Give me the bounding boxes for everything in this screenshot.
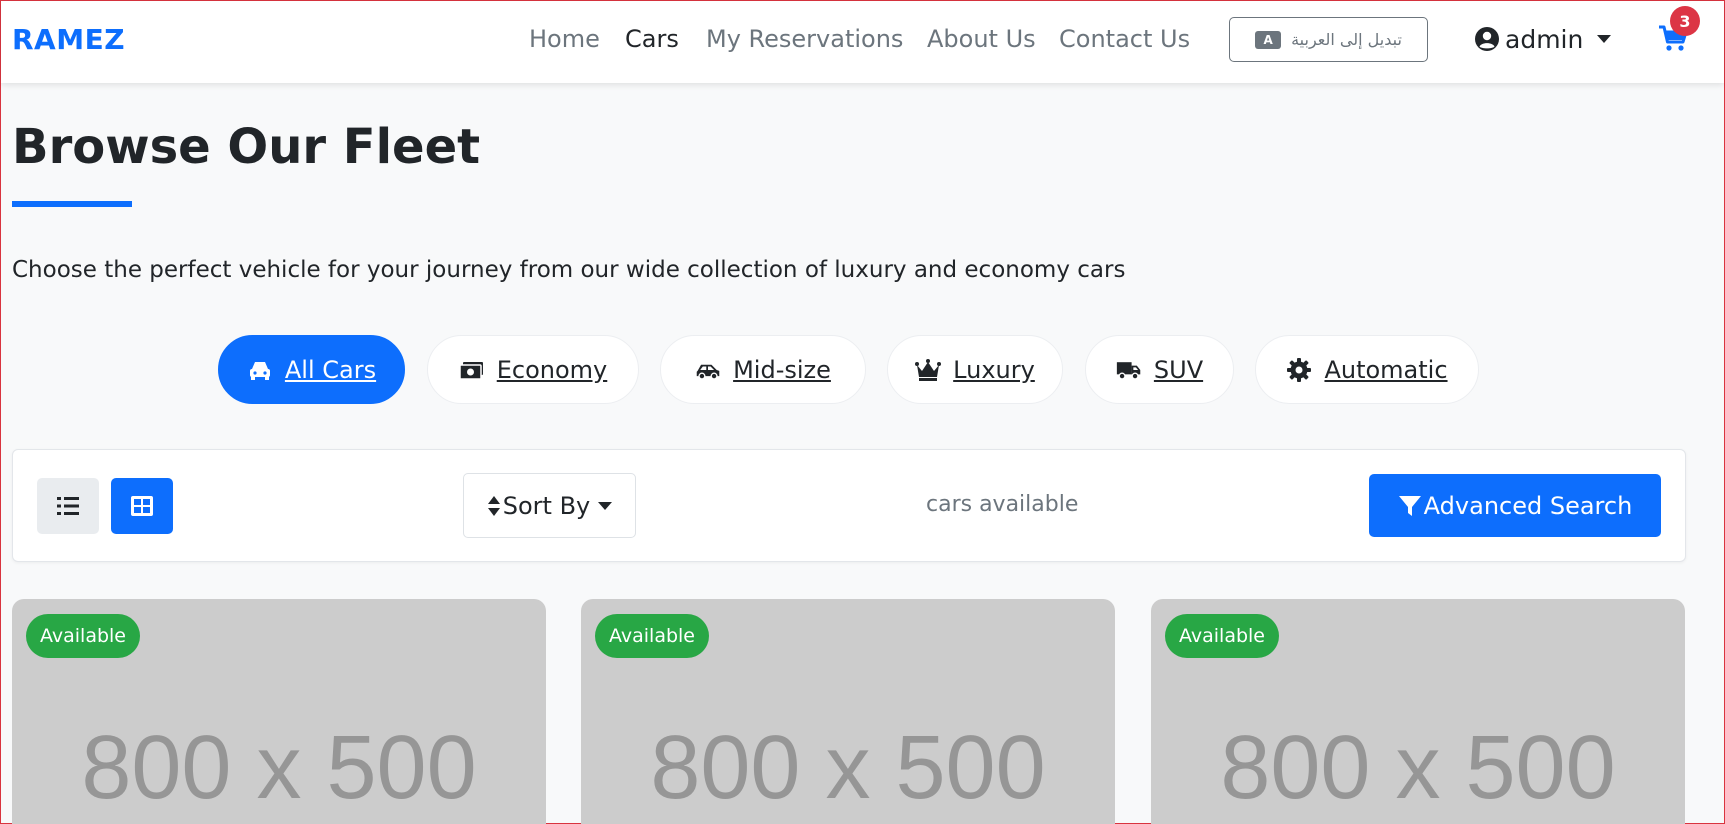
filter-mid-size[interactable]: Mid-size	[660, 335, 866, 404]
car-image-placeholder: 800 x 500	[650, 718, 1046, 818]
page-title: Browse Our Fleet	[12, 119, 481, 175]
filter-luxury[interactable]: Luxury	[887, 335, 1063, 404]
nav-link-my-reservations[interactable]: My Reservations	[706, 25, 903, 53]
availability-badge: Available	[1165, 614, 1280, 658]
filter-label: Luxury	[953, 355, 1035, 384]
grid-icon	[131, 496, 153, 516]
list-view-button[interactable]	[37, 478, 99, 534]
filter-economy[interactable]: Economy	[427, 335, 639, 404]
chevron-down-icon	[598, 501, 613, 510]
grid-view-button[interactable]	[111, 478, 173, 534]
brand-logo[interactable]: RAMEZ	[12, 23, 125, 56]
nav-link-contact-us[interactable]: Contact Us	[1059, 25, 1190, 53]
crown-icon	[915, 358, 942, 381]
filter-label: Mid-size	[733, 355, 831, 384]
car-side-icon	[696, 364, 720, 380]
translate-icon: A	[1255, 30, 1282, 49]
filter-suv[interactable]: SUV	[1085, 335, 1234, 404]
language-switch-button[interactable]: A تبديل إلى العربية	[1229, 17, 1428, 62]
user-menu-dropdown[interactable]: admin	[1475, 23, 1612, 55]
nav-link-about-us[interactable]: About Us	[927, 25, 1036, 53]
filter-label: Economy	[496, 355, 608, 384]
page-subtitle: Choose the perfect vehicle for your jour…	[12, 257, 1126, 283]
availability-badge: Available	[26, 614, 141, 658]
nav-link-cars[interactable]: Cars	[625, 25, 679, 53]
title-underline	[12, 201, 132, 207]
filter-automatic[interactable]: Automatic	[1255, 335, 1479, 404]
availability-badge: Available	[595, 614, 710, 658]
sort-icon	[487, 495, 500, 516]
filter-label: SUV	[1153, 355, 1204, 384]
list-icon	[57, 497, 79, 515]
truck-icon	[1116, 361, 1141, 380]
advanced-search-button[interactable]: Advanced Search	[1369, 474, 1661, 537]
money-icon	[458, 361, 483, 380]
user-name: admin	[1505, 24, 1584, 54]
nav-link-home[interactable]: Home	[529, 25, 600, 53]
sort-by-label: Sort By	[502, 491, 591, 520]
car-image-placeholder: 800 x 500	[1220, 718, 1616, 818]
filter-icon	[1398, 495, 1421, 516]
gear-icon	[1287, 357, 1312, 382]
car-card[interactable]: Available 800 x 500	[581, 599, 1115, 824]
language-switch-label: تبديل إلى العربية	[1291, 30, 1402, 49]
cart-count-badge: 3	[1670, 6, 1700, 36]
car-image-placeholder: 800 x 500	[81, 718, 477, 818]
top-navbar: RAMEZ Home Cars My Reservations About Us…	[1, 1, 1724, 83]
sort-by-dropdown[interactable]: Sort By	[463, 473, 636, 538]
car-card[interactable]: Available 800 x 500	[1151, 599, 1685, 824]
results-count: cars available	[926, 492, 1079, 517]
user-circle-icon	[1475, 27, 1499, 51]
filter-label: Automatic	[1324, 355, 1448, 384]
filter-label: All Cars	[284, 355, 377, 384]
advanced-search-label: Advanced Search	[1423, 491, 1633, 520]
filter-all-cars[interactable]: All Cars	[218, 335, 405, 404]
car-icon	[249, 361, 270, 380]
chevron-down-icon	[1597, 35, 1612, 43]
car-card[interactable]: Available 800 x 500	[12, 599, 546, 824]
